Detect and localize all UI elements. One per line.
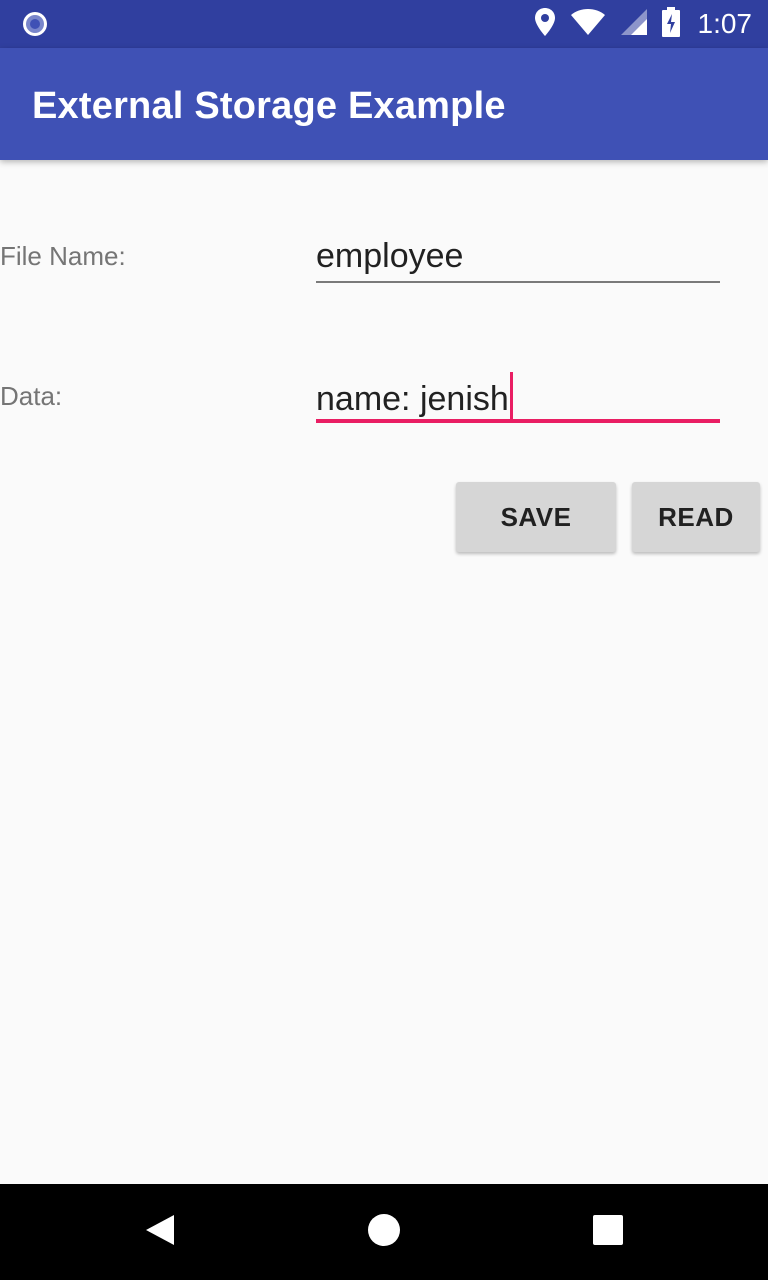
status-icons: 1:07 — [534, 0, 753, 48]
notification-dot-icon — [22, 11, 48, 37]
text-cursor — [509, 372, 513, 420]
read-button[interactable]: READ — [632, 482, 760, 552]
data-label: Data: — [0, 381, 63, 411]
recents-icon — [593, 1214, 623, 1250]
recents-button[interactable] — [560, 1184, 656, 1280]
status-time: 1:07 — [697, 8, 753, 39]
battery-charging-icon — [661, 6, 680, 42]
save-button[interactable]: SAVE — [456, 482, 616, 552]
back-icon — [144, 1213, 176, 1252]
app-title: External Storage Example — [32, 85, 506, 127]
back-button[interactable] — [112, 1184, 208, 1280]
file-name-input[interactable]: employee — [316, 234, 720, 283]
file-name-value: employee — [316, 237, 464, 275]
wifi-icon — [570, 8, 606, 41]
cellular-signal-icon — [620, 8, 648, 41]
status-bar: 1:07 — [0, 0, 768, 48]
file-name-label: File Name: — [0, 241, 126, 271]
save-button-label: SAVE — [500, 501, 572, 532]
home-button[interactable] — [336, 1184, 432, 1280]
location-icon — [534, 7, 556, 42]
data-input[interactable]: name: jenish — [316, 372, 720, 423]
home-icon — [367, 1213, 401, 1252]
app-bar: External Storage Example — [0, 48, 768, 160]
read-button-label: READ — [658, 501, 734, 532]
navigation-bar — [0, 1184, 768, 1280]
data-value: name: jenish — [316, 380, 509, 418]
